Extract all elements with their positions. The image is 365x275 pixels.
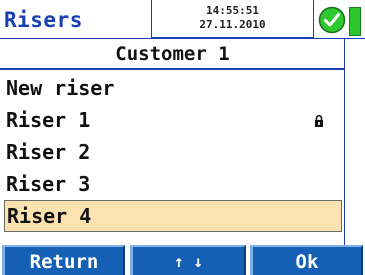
battery-icon bbox=[349, 7, 361, 36]
clock-time: 14:55:51 bbox=[206, 4, 259, 17]
ok-button[interactable]: Ok bbox=[250, 245, 363, 275]
return-button[interactable]: Return bbox=[2, 245, 125, 275]
list-item-label: Riser 3 bbox=[6, 172, 91, 196]
list-item-new-riser[interactable]: New riser bbox=[0, 72, 345, 104]
list-item-label: Riser 2 bbox=[6, 140, 91, 164]
riser-list: New riser Riser 1 Riser 2 Riser 3 Riser … bbox=[0, 72, 345, 232]
clock-date: 27.11.2010 bbox=[199, 18, 266, 31]
list-item-label: Riser 1 bbox=[6, 108, 91, 132]
screen-title: Risers bbox=[4, 8, 83, 32]
softkey-bar: Return ↑ ↓ Ok bbox=[0, 245, 365, 275]
list-item-label: New riser bbox=[6, 76, 115, 100]
list-item-riser-3[interactable]: Riser 3 bbox=[0, 168, 345, 200]
list-item-label: Riser 4 bbox=[7, 204, 92, 228]
up-down-button[interactable]: ↑ ↓ bbox=[130, 245, 246, 275]
lock-icon bbox=[315, 115, 323, 127]
clock-panel: 14:55:51 27.11.2010 bbox=[151, 0, 314, 38]
list-item-riser-1[interactable]: Riser 1 bbox=[0, 104, 345, 136]
list-item-riser-4[interactable]: Riser 4 bbox=[4, 200, 342, 232]
check-circle-icon bbox=[318, 6, 346, 34]
customer-subtitle: Customer 1 bbox=[115, 43, 230, 65]
subtitle-divider bbox=[0, 68, 345, 70]
list-item-riser-2[interactable]: Riser 2 bbox=[0, 136, 345, 168]
device-screen: Risers 14:55:51 27.11.2010 Customer 1 Ne… bbox=[0, 0, 365, 275]
